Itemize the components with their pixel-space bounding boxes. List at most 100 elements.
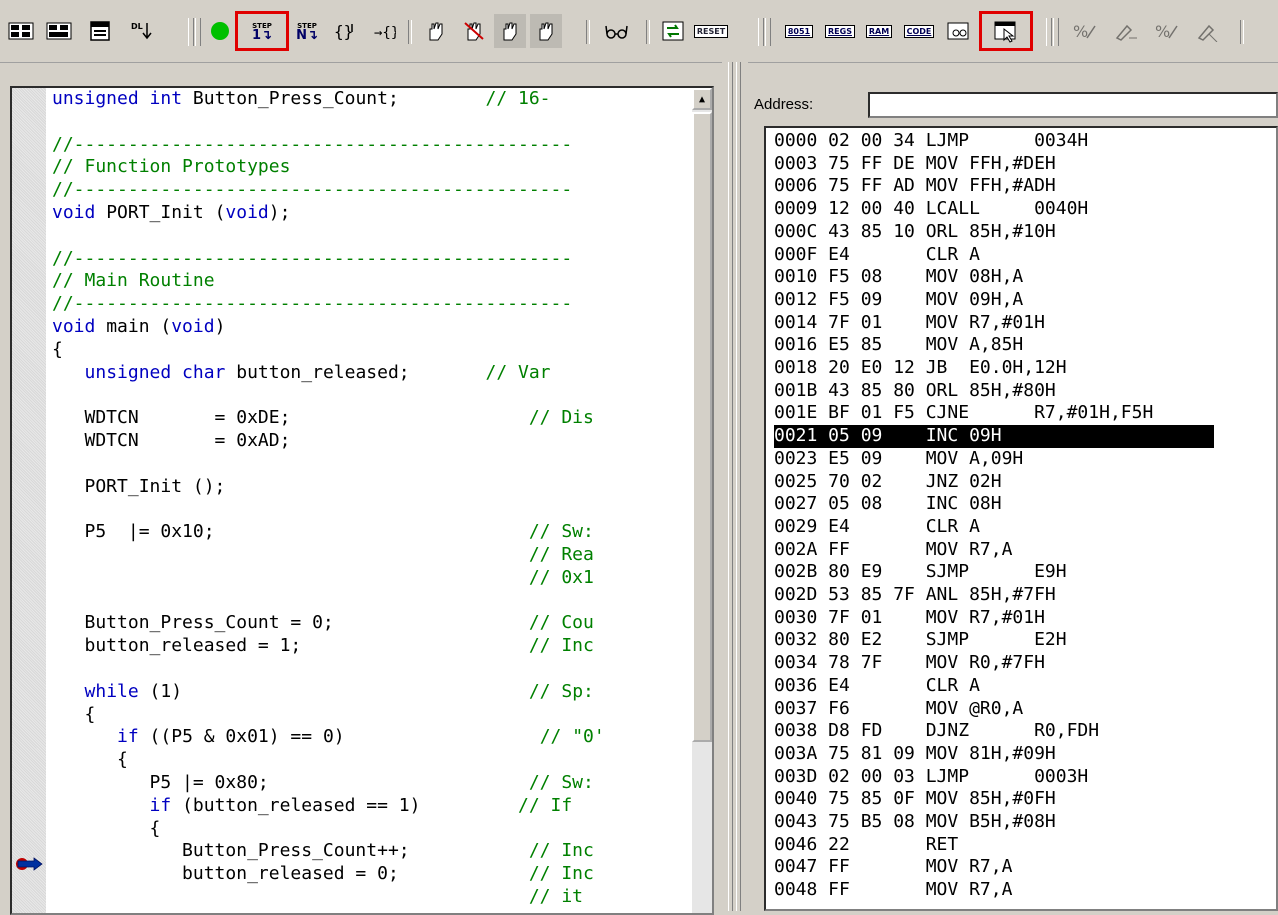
step-out-function-icon[interactable]: {} [328,14,362,48]
disassembly-row[interactable]: 0043 75 B5 08 MOV B5H,#08H [774,811,1056,834]
reset-cpu-icon[interactable] [4,14,38,48]
code-line[interactable]: PORT_Init (); [52,476,692,499]
code-line[interactable]: { [52,704,692,727]
hand-disable-icon[interactable] [458,14,490,48]
disassembly-row[interactable]: 0034 78 7F MOV R0,#7FH [774,652,1045,675]
disassembly-row[interactable]: 002D 53 85 7F ANL 85H,#7FH [774,584,1056,607]
disassembly-row[interactable]: 0012 F5 09 MOV 09H,A [774,289,1023,312]
code-line[interactable]: // it [52,886,692,909]
disassembly-row[interactable]: 0027 05 08 INC 08H [774,493,1002,516]
code-line[interactable] [52,111,692,134]
disassembly-row[interactable]: 0003 75 FF DE MOV FFH,#DEH [774,153,1056,176]
code-line[interactable] [52,384,692,407]
code-line[interactable]: if ((P5 & 0x01) == 0) // "0' [52,726,692,749]
code-line[interactable]: //--------------------------------------… [52,248,692,271]
disassembly-listing[interactable]: 0000 02 00 34 LJMP 0034H 0003 75 FF DE MO… [764,126,1278,911]
disassembly-row[interactable]: 0037 F6 MOV @R0,A [774,698,1023,721]
editor-gutter[interactable] [12,88,46,913]
code-line[interactable]: //--------------------------------------… [52,134,692,157]
view-regs-button[interactable]: REGS [822,14,858,48]
step-into-button[interactable]: STEP 1↴ [235,11,289,51]
disassembly-row[interactable]: 0036 E4 CLR A [774,675,980,698]
disassembly-window-button[interactable] [979,11,1033,51]
scroll-up-button[interactable]: ▲ [692,88,712,110]
view-8051-button[interactable]: 8051 [780,14,818,48]
disassembly-row[interactable]: 0014 7F 01 MOV R7,#01H [774,312,1045,335]
code-line[interactable]: button_released = 1; // Inc [52,635,692,658]
insert-breakpoint-icon[interactable] [42,14,76,48]
source-code[interactable]: unsigned int Button_Press_Count; // 16- /… [52,88,692,913]
disassembly-row[interactable]: 0025 70 02 JNZ 02H [774,471,1002,494]
disassembly-row[interactable]: 0023 E5 09 MOV A,09H [774,448,1023,471]
disassembly-row[interactable]: 000F E4 CLR A [774,244,980,267]
code-line[interactable]: { [52,339,692,362]
code-line[interactable]: void main (void) [52,316,692,339]
run-to-cursor-icon[interactable]: →{} [366,14,400,48]
code-line[interactable]: // Function Prototypes [52,156,692,179]
window-icon[interactable] [86,14,116,48]
code-line[interactable]: Button_Press_Count = 0; // Cou [52,612,692,635]
disassembly-row[interactable]: 0000 02 00 34 LJMP 0034H [774,130,1088,153]
disassembly-row[interactable]: 0038 D8 FD DJNZ R0,FDH [774,720,1099,743]
reset-button[interactable]: RESET [692,14,730,48]
disassembly-row[interactable]: 0010 F5 08 MOV 08H,A [774,266,1023,289]
code-line[interactable]: //--------------------------------------… [52,179,692,202]
code-line[interactable] [52,658,692,681]
code-line[interactable]: WDTCN = 0xAD; [52,430,692,453]
pen-clear-icon[interactable] [1190,14,1226,48]
disassembly-row[interactable]: 0040 75 85 0F MOV 85H,#0FH [774,788,1056,811]
percent-clear-icon[interactable]: % [1148,14,1186,48]
code-line[interactable] [52,453,692,476]
scroll-thumb[interactable] [692,112,712,742]
refresh-icon[interactable] [658,14,688,48]
disassembly-row[interactable]: 003A 75 81 09 MOV 81H,#09H [774,743,1056,766]
code-line[interactable] [52,590,692,613]
percent-icon[interactable]: % [1066,14,1104,48]
code-line[interactable]: button_released = 0; // Inc [52,863,692,886]
code-line[interactable] [52,225,692,248]
code-line[interactable]: void PORT_Init (void); [52,202,692,225]
address-input[interactable] [868,92,1278,118]
hand-kill-icon[interactable] [530,14,562,48]
disassembly-row[interactable]: 0048 FF MOV R7,A [774,879,1012,902]
pane-splitter[interactable] [722,62,748,911]
code-line[interactable]: { [52,749,692,772]
run-icon[interactable] [206,14,234,48]
watch-glasses-icon[interactable] [600,14,634,48]
hand-enable-icon[interactable] [494,14,526,48]
view-watch-icon[interactable] [942,14,976,48]
code-line[interactable]: WDTCN = 0xDE; // Dis [52,407,692,430]
code-line[interactable]: unsigned int Button_Press_Count; // 16- [52,88,692,111]
disassembly-row[interactable]: 0046 22 RET [774,834,958,857]
source-editor[interactable]: unsigned int Button_Press_Count; // 16- /… [10,86,714,915]
disassembly-row[interactable]: 0032 80 E2 SJMP E2H [774,629,1067,652]
disassembly-row[interactable]: 0009 12 00 40 LCALL 0040H [774,198,1088,221]
disassembly-row[interactable]: 000C 43 85 10 ORL 85H,#10H [774,221,1056,244]
code-line[interactable]: { [52,818,692,841]
code-line[interactable]: unsigned char button_released; // Var [52,362,692,385]
disassembly-row[interactable]: 001B 43 85 80 ORL 85H,#80H [774,380,1056,403]
hand-icon[interactable] [420,14,452,48]
code-line[interactable]: P5 |= 0x10; // Sw: [52,521,692,544]
disassembly-row[interactable]: 003D 02 00 03 LJMP 0003H [774,766,1088,789]
disassembly-row[interactable]: 0018 20 E0 12 JB E0.0H,12H [774,357,1067,380]
step-over-button[interactable]: STEP N↴ [290,14,324,48]
disassembly-row[interactable]: 0029 E4 CLR A [774,516,980,539]
code-line[interactable]: P5 |= 0x80; // Sw: [52,772,692,795]
code-line[interactable]: // 0x1 [52,567,692,590]
view-code-button[interactable]: CODE [900,14,938,48]
code-line[interactable]: // Rea [52,544,692,567]
disassembly-row[interactable]: 0047 FF MOV R7,A [774,856,1012,879]
disassembly-row-selected[interactable]: 0021 05 09 INC 09H [774,425,1214,448]
disassembly-row[interactable]: 0030 7F 01 MOV R7,#01H [774,607,1045,630]
pen-icon[interactable] [1108,14,1144,48]
code-line[interactable]: while (1) // Sp: [52,681,692,704]
code-line[interactable] [52,498,692,521]
disassembly-row[interactable]: 002A FF MOV R7,A [774,539,1012,562]
view-ram-button[interactable]: RAM [862,14,896,48]
disassembly-row[interactable]: 0006 75 FF AD MOV FFH,#ADH [774,175,1056,198]
disassembly-row[interactable]: 0016 E5 85 MOV A,85H [774,334,1023,357]
code-line[interactable]: Button_Press_Count++; // Inc [52,840,692,863]
code-line[interactable]: // Main Routine [52,270,692,293]
editor-vertical-scrollbar[interactable]: ▲ [692,88,712,913]
